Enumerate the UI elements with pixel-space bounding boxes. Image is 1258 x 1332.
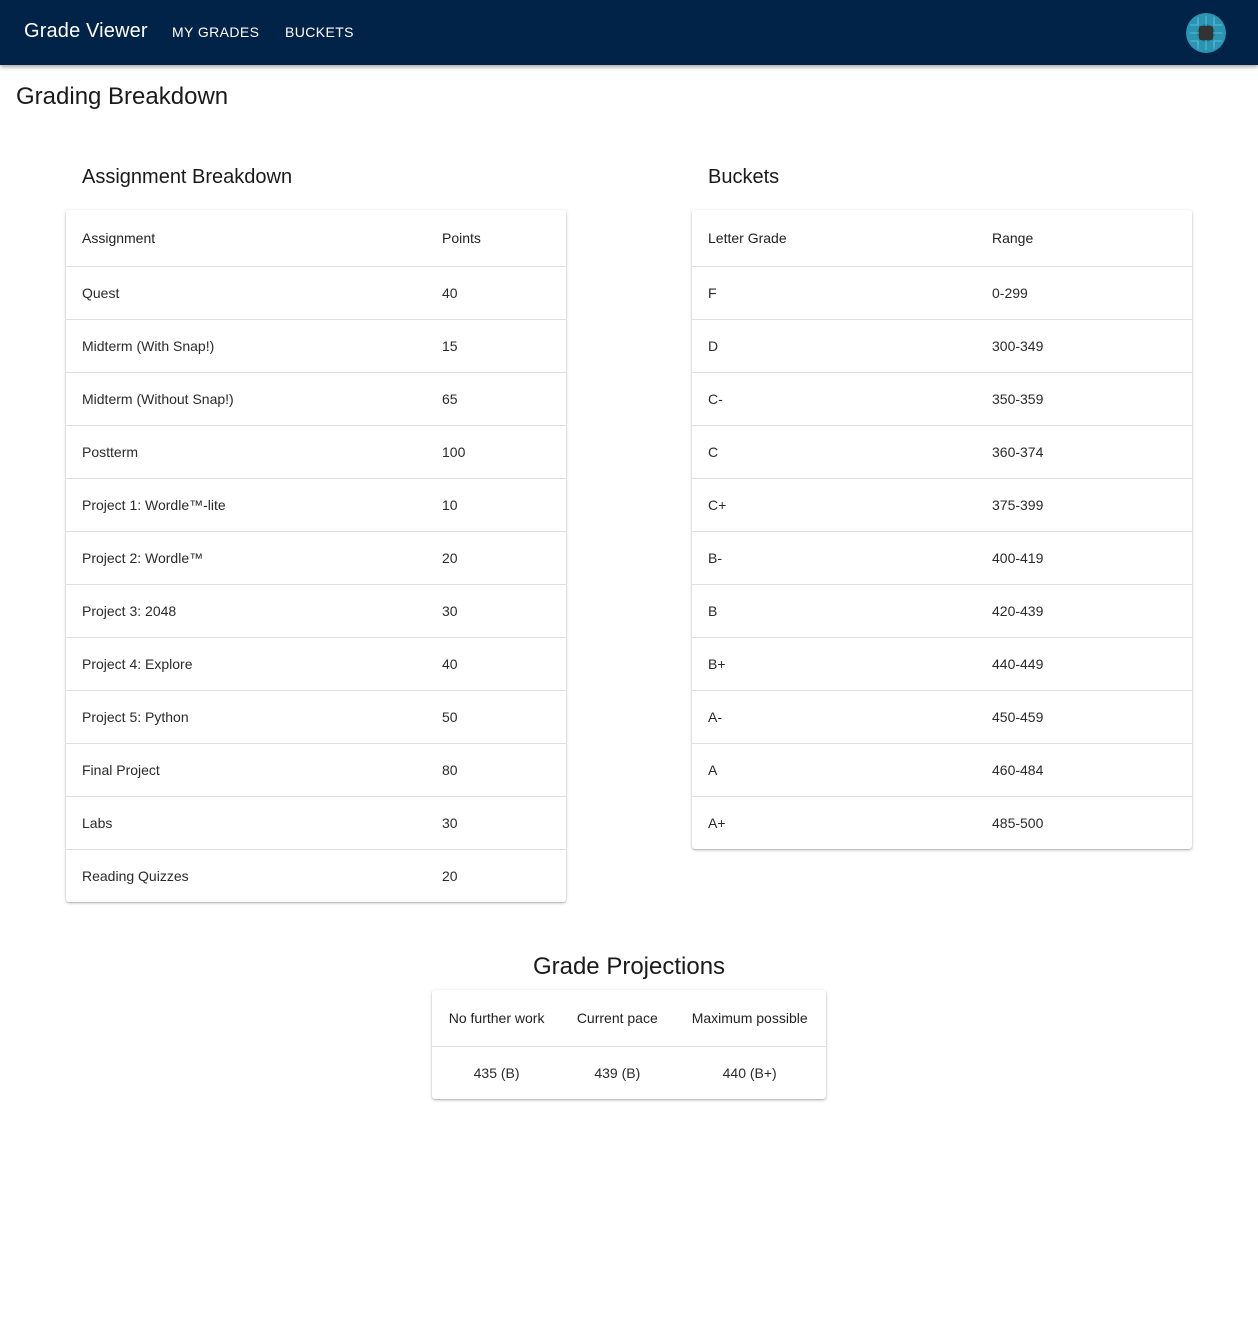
assignment-name-cell: Project 3: 2048 <box>66 584 426 638</box>
range-cell: 350-359 <box>976 372 1192 426</box>
projection-no-further-work: 435 (B) <box>473 1064 520 1081</box>
grade-projections-table-card: No further work Current pace Maximum pos… <box>432 990 826 1099</box>
nav-my-grades-button[interactable]: MY GRADES <box>172 24 259 40</box>
column-header-current-pace: Current pace <box>561 990 674 1047</box>
projection-current-pace: 439 (B) <box>594 1064 641 1081</box>
points-cell: 30 <box>426 796 566 850</box>
table-row: C 360-374 <box>692 425 1192 479</box>
letter-grade-cell: C <box>692 425 976 479</box>
range-cell: 360-374 <box>976 425 1192 479</box>
letter-grade-cell: B+ <box>692 637 976 691</box>
table-row: Midterm (With Snap!) 15 <box>66 319 566 373</box>
table-row: A 460-484 <box>692 743 1192 797</box>
table-row: C- 350-359 <box>692 372 1192 426</box>
column-header-maximum-possible: Maximum possible <box>673 990 826 1047</box>
range-cell: 300-349 <box>976 319 1192 373</box>
table-row: B- 400-419 <box>692 531 1192 585</box>
table-row: A- 450-459 <box>692 690 1192 744</box>
points-cell: 80 <box>426 743 566 797</box>
range-cell: 400-419 <box>976 531 1192 585</box>
assignment-name-cell: Project 4: Explore <box>66 637 426 691</box>
assignment-breakdown-table: Assignment Points Quest 40 Midterm (With S… <box>66 210 566 902</box>
assignment-name-cell: Midterm (Without Snap!) <box>66 372 426 426</box>
points-cell: 30 <box>426 584 566 638</box>
assignment-name-cell: Project 1: Wordle™-lite <box>66 478 426 532</box>
table-row: Midterm (Without Snap!) 65 <box>66 372 566 426</box>
table-row: Project 2: Wordle™ 20 <box>66 531 566 585</box>
letter-grade-cell: C+ <box>692 478 976 532</box>
points-cell: 100 <box>426 425 566 479</box>
assignment-name-cell: Final Project <box>66 743 426 797</box>
assignment-breakdown-table-card: Assignment Points Quest 40 Midterm (With S… <box>66 210 566 902</box>
assignment-breakdown-title: Assignment Breakdown <box>82 166 293 188</box>
points-cell: 20 <box>426 531 566 585</box>
grade-projections-title: Grade Projections <box>532 953 726 980</box>
points-cell: 20 <box>442 867 458 884</box>
column-header-letter-grade: Letter Grade <box>692 210 976 267</box>
buckets-title: Buckets <box>708 166 780 188</box>
table-row: Reading Quizzes 20 <box>66 849 566 902</box>
table-header-row: Letter Grade Range <box>692 210 1192 267</box>
points-cell: 50 <box>426 690 566 744</box>
table-row: B+ 440-449 <box>692 637 1192 691</box>
table-row: D 300-349 <box>692 319 1192 373</box>
points-cell: 15 <box>426 319 566 373</box>
letter-grade-cell: D <box>692 319 976 373</box>
table-row: Project 5: Python 50 <box>66 690 566 744</box>
app-bar: Grade Viewer MY GRADES BUCKETS <box>0 0 1258 65</box>
range-cell: 420-439 <box>976 584 1192 638</box>
table-row: Postterm 100 <box>66 425 566 479</box>
assignment-name-cell: Labs <box>66 796 426 850</box>
table-row: F 0-299 <box>692 266 1192 320</box>
table-row: Project 4: Explore 40 <box>66 637 566 691</box>
letter-grade-cell: A+ <box>708 814 726 831</box>
range-cell: 375-399 <box>976 478 1192 532</box>
table-row: Project 3: 2048 30 <box>66 584 566 638</box>
avatar-chip-icon <box>1190 16 1222 50</box>
letter-grade-cell: C- <box>692 372 976 426</box>
range-cell: 485-500 <box>992 814 1044 831</box>
table-header-row: Assignment Points <box>66 210 566 267</box>
column-header-no-further-work: No further work <box>432 990 562 1047</box>
assignment-name-cell: Reading Quizzes <box>82 867 189 884</box>
buckets-table: Letter Grade Range F 0-299 D 300-349 C- 350-3… <box>692 210 1192 849</box>
range-cell: 450-459 <box>976 690 1192 744</box>
grade-projections-table: No further work Current pace Maximum pos… <box>432 990 826 1099</box>
table-row: A+ 485-500 <box>692 796 1192 849</box>
assignment-name-cell: Quest <box>66 266 426 320</box>
table-header-row: No further work Current pace Maximum pos… <box>432 990 826 1047</box>
letter-grade-cell: F <box>692 266 976 320</box>
range-cell: 460-484 <box>976 743 1192 797</box>
points-cell: 40 <box>426 266 566 320</box>
range-cell: 0-299 <box>976 266 1192 320</box>
table-row: 435 (B) 439 (B) 440 (B+) <box>432 1046 826 1099</box>
range-cell: 440-449 <box>976 637 1192 691</box>
table-row: C+ 375-399 <box>692 478 1192 532</box>
assignment-name-cell: Postterm <box>66 425 426 479</box>
assignment-name-cell: Project 5: Python <box>66 690 426 744</box>
buckets-table-card: Letter Grade Range F 0-299 D 300-349 C- 350-3… <box>692 210 1192 849</box>
table-row: Labs 30 <box>66 796 566 850</box>
letter-grade-cell: B- <box>692 531 976 585</box>
user-avatar[interactable] <box>1186 13 1226 53</box>
assignment-name-cell: Project 2: Wordle™ <box>66 531 426 585</box>
app-title[interactable]: Grade Viewer <box>24 20 148 43</box>
column-header-range: Range <box>976 210 1192 267</box>
points-cell: 65 <box>426 372 566 426</box>
table-row: Final Project 80 <box>66 743 566 797</box>
table-row: B 420-439 <box>692 584 1192 638</box>
projection-maximum-possible: 440 (B+) <box>722 1064 777 1081</box>
letter-grade-cell: A <box>692 743 976 797</box>
column-header-assignment: Assignment <box>66 210 426 267</box>
assignment-name-cell: Midterm (With Snap!) <box>66 319 426 373</box>
nav-buckets-button[interactable]: BUCKETS <box>285 24 354 40</box>
table-row: Quest 40 <box>66 266 566 320</box>
column-header-points: Points <box>426 210 566 267</box>
letter-grade-cell: A- <box>692 690 976 744</box>
points-cell: 10 <box>426 478 566 532</box>
points-cell: 40 <box>426 637 566 691</box>
page-title: Grading Breakdown <box>16 83 229 110</box>
letter-grade-cell: B <box>692 584 976 638</box>
table-row: Project 1: Wordle™-lite 10 <box>66 478 566 532</box>
